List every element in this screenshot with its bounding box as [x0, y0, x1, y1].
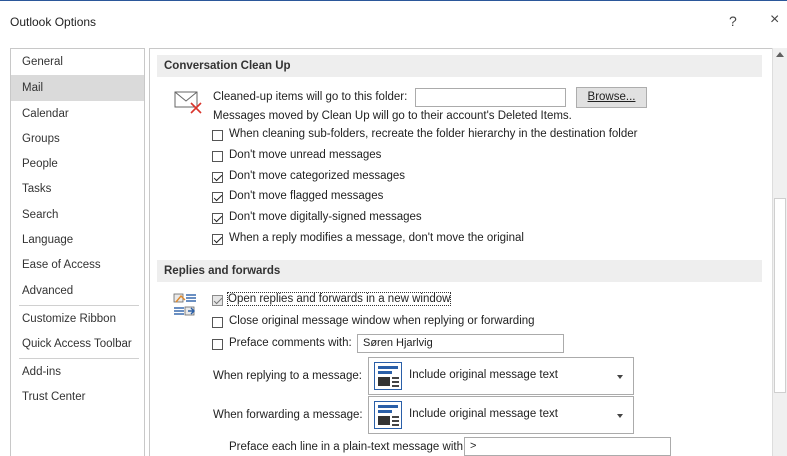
chevron-down-icon	[617, 414, 623, 418]
preface-comments-label: Preface comments with:	[229, 337, 352, 349]
dont-move-categorized-checkbox[interactable]	[212, 172, 223, 183]
close-original-label: Close original message window when reply…	[229, 315, 535, 327]
vertical-scrollbar[interactable]	[772, 48, 787, 456]
sidebar-item-search[interactable]: Search	[11, 202, 144, 228]
dont-move-flagged-label: Don't move flagged messages	[229, 190, 384, 202]
when-replying-dropdown[interactable]: Include original message text	[368, 357, 634, 395]
sidebar-item-general[interactable]: General	[11, 49, 144, 75]
recreate-hierarchy-label: When cleaning sub-folders, recreate the …	[229, 128, 638, 140]
scrollbar-thumb[interactable]	[774, 198, 786, 393]
reply-modifies-label: When a reply modifies a message, don't m…	[229, 232, 524, 244]
preface-line-input[interactable]: >	[464, 437, 671, 456]
section-header-replies-and-forwards: Replies and forwards	[157, 260, 762, 282]
cleanup-note: Messages moved by Clean Up will go to th…	[213, 110, 572, 122]
when-forwarding-value: Include original message text	[409, 408, 558, 420]
sidebar-item-customize-ribbon[interactable]: Customize Ribbon	[11, 306, 144, 332]
browse-button-label: Browse...	[587, 91, 636, 103]
dont-move-signed-checkbox[interactable]	[212, 213, 223, 224]
dont-move-signed-label: Don't move digitally-signed messages	[229, 211, 422, 223]
cleanup-envelope-icon	[174, 91, 202, 114]
options-sidebar: General Mail Calendar Groups People Task…	[10, 48, 145, 456]
preface-comments-checkbox[interactable]	[212, 339, 223, 350]
open-new-window-label: Open replies and forwards in a new windo…	[226, 292, 452, 306]
dont-move-unread-checkbox[interactable]	[212, 151, 223, 162]
include-text-icon	[374, 362, 402, 390]
dont-move-categorized-label: Don't move categorized messages	[229, 170, 406, 182]
sidebar-item-groups[interactable]: Groups	[11, 126, 144, 152]
title-bar: Outlook Options ? ×	[0, 0, 787, 40]
open-new-window-checkbox[interactable]	[212, 295, 223, 306]
sidebar-item-add-ins[interactable]: Add-ins	[11, 359, 144, 385]
when-replying-label: When replying to a message:	[213, 370, 362, 382]
section-header-conversation-clean-up: Conversation Clean Up	[157, 55, 762, 77]
sidebar-item-mail[interactable]: Mail	[11, 75, 144, 101]
reply-modifies-checkbox[interactable]	[212, 234, 223, 245]
sidebar-item-ease-of-access[interactable]: Ease of Access	[11, 252, 144, 278]
cleanup-folder-label: Cleaned-up items will go to this folder:	[213, 91, 408, 103]
preface-line-label: Preface each line in a plain-text messag…	[229, 441, 467, 453]
when-replying-value: Include original message text	[409, 369, 558, 381]
close-button[interactable]: ×	[770, 11, 779, 29]
window-title: Outlook Options	[10, 15, 97, 29]
sidebar-item-quick-access-toolbar[interactable]: Quick Access Toolbar	[11, 331, 144, 357]
chevron-down-icon	[617, 375, 623, 379]
when-forwarding-label: When forwarding a message:	[213, 409, 363, 421]
close-original-checkbox[interactable]	[212, 317, 223, 328]
reply-forward-icon	[173, 293, 196, 316]
scroll-up-arrow-icon[interactable]	[776, 52, 784, 57]
preface-comments-input[interactable]: Søren Hjarlvig	[357, 334, 564, 353]
dont-move-flagged-checkbox[interactable]	[212, 192, 223, 203]
dont-move-unread-label: Don't move unread messages	[229, 149, 382, 161]
sidebar-item-language[interactable]: Language	[11, 227, 144, 253]
browse-button[interactable]: Browse...	[576, 87, 647, 108]
recreate-hierarchy-checkbox[interactable]	[212, 130, 223, 141]
sidebar-item-calendar[interactable]: Calendar	[11, 101, 144, 127]
sidebar-item-advanced[interactable]: Advanced	[11, 278, 144, 304]
cleanup-folder-input[interactable]	[415, 88, 566, 107]
when-forwarding-dropdown[interactable]: Include original message text	[368, 396, 634, 434]
sidebar-item-tasks[interactable]: Tasks	[11, 176, 144, 202]
include-text-icon	[374, 401, 402, 429]
sidebar-item-people[interactable]: People	[11, 151, 144, 177]
sidebar-item-trust-center[interactable]: Trust Center	[11, 384, 144, 410]
help-button[interactable]: ?	[729, 13, 737, 29]
